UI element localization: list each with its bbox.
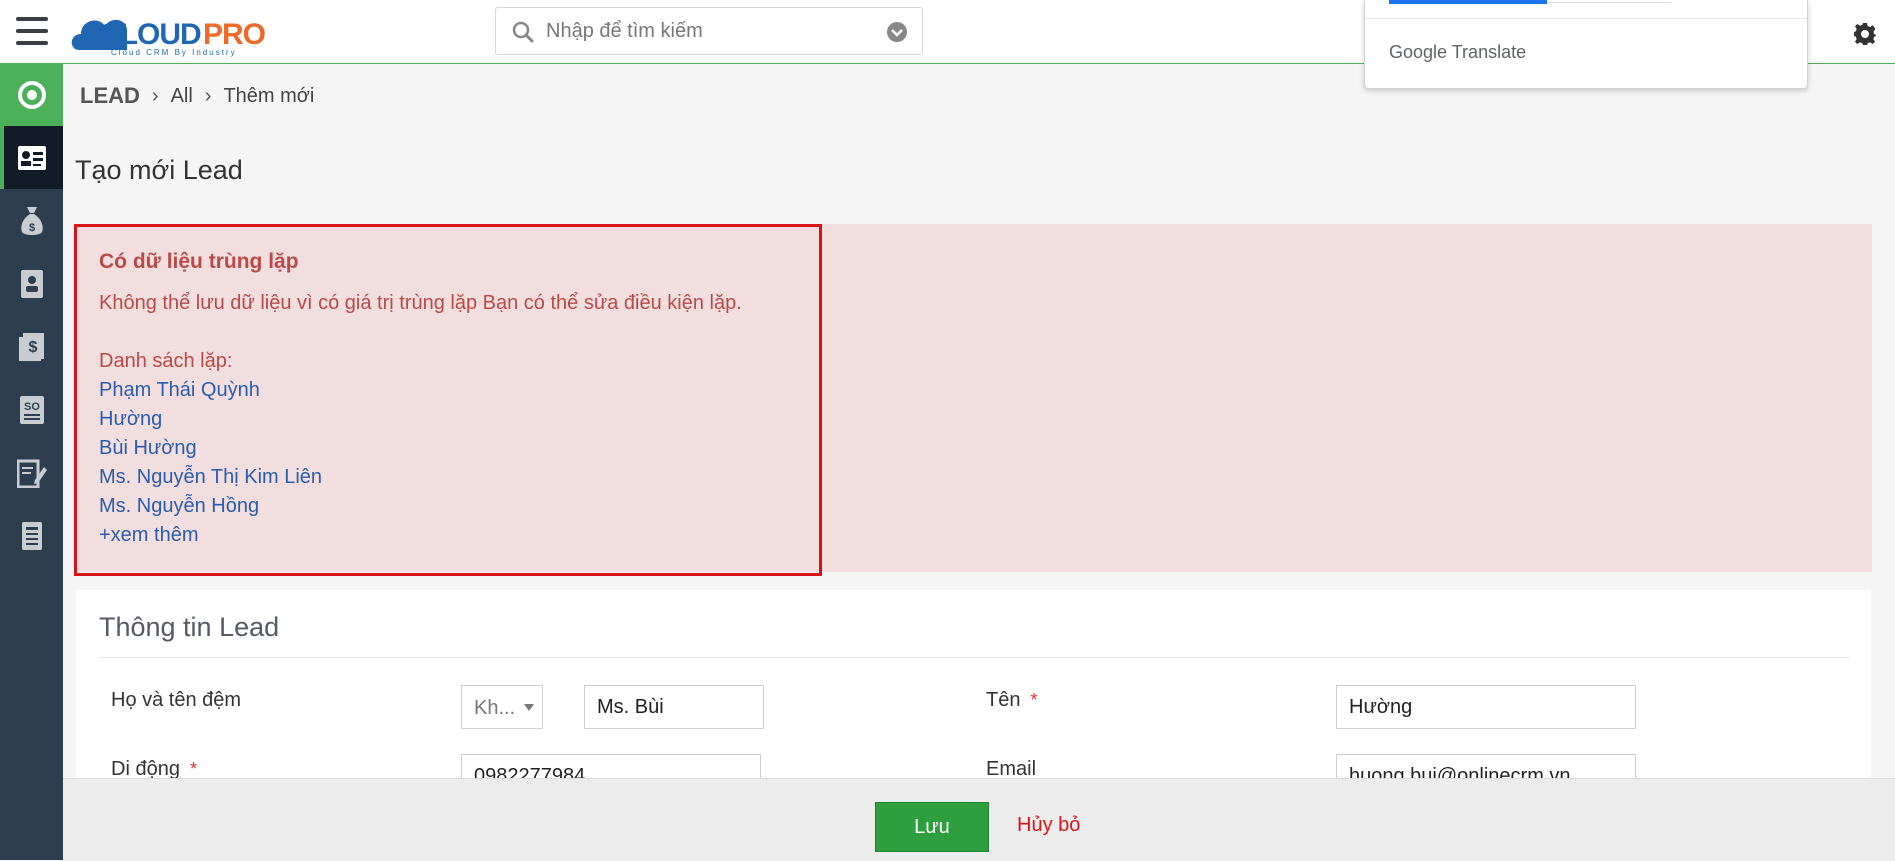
hamburger-menu-button[interactable] <box>0 0 63 63</box>
translate-tabs[interactable] <box>1389 0 1671 4</box>
money-bag-icon: $ <box>20 206 43 235</box>
caret-down-icon <box>524 704 534 711</box>
middle-name-input[interactable]: Ms. Bùi <box>584 685 764 729</box>
email-label-text: Email <box>986 758 1037 780</box>
svg-text:$: $ <box>28 339 37 356</box>
svg-text:CLOUD: CLOUD <box>99 18 201 51</box>
translate-tab-inactive[interactable] <box>1547 2 1671 3</box>
mobile-label-text: Di động <box>111 758 180 780</box>
sidebar-item-sales-orders[interactable]: SO <box>0 378 63 441</box>
sidebar-item-leads[interactable] <box>0 126 63 189</box>
duplicate-link[interactable]: Ms. Nguyễn Thị Kim Liên <box>99 466 322 489</box>
sidebar-item-dashboard[interactable] <box>0 63 63 126</box>
sidebar-item-opportunities[interactable]: $ <box>0 189 63 252</box>
required-mark: * <box>1030 690 1038 710</box>
required-mark: * <box>189 759 197 779</box>
svg-text:SO: SO <box>24 401 40 413</box>
sidebar: $ $ SO <box>0 0 63 860</box>
hamburger-icon-bar <box>16 41 48 45</box>
google-translate-popup: Google Translate <box>1364 0 1808 89</box>
dashboard-icon <box>17 80 46 109</box>
page-title: Tạo mới Lead <box>75 155 243 185</box>
first-name-input[interactable]: Hường <box>1336 685 1636 729</box>
section-divider <box>99 657 1849 658</box>
popup-divider <box>1365 18 1807 19</box>
sales-order-icon: SO <box>19 395 44 424</box>
lead-card-icon <box>17 145 46 170</box>
see-more-link[interactable]: +xem thêm <box>99 524 198 547</box>
app-logo[interactable]: CLOUD PRO Cloud CRM By Industry <box>69 6 309 58</box>
chevron-down-circle-icon[interactable] <box>886 21 908 43</box>
translate-tab-active[interactable] <box>1389 0 1547 4</box>
svg-text:$: $ <box>28 222 34 234</box>
alert-message: Không thể lưu dữ liệu vì có giá trị trùn… <box>99 292 742 314</box>
search-input[interactable]: Nhập để tìm kiếm <box>546 20 703 43</box>
save-button[interactable]: Lưu <box>875 802 989 852</box>
breadcrumb-view[interactable]: All <box>171 85 193 108</box>
svg-text:Cloud CRM By Industry: Cloud CRM By Industry <box>111 48 237 57</box>
global-search[interactable]: Nhập để tìm kiếm <box>495 7 923 55</box>
sidebar-item-contacts[interactable] <box>0 252 63 315</box>
gear-icon[interactable] <box>1853 22 1877 46</box>
duplicate-list-label: Danh sách lặp: <box>99 350 233 372</box>
google-translate-label[interactable]: Google Translate <box>1389 42 1526 63</box>
svg-text:PRO: PRO <box>203 18 266 51</box>
section-title: Thông tin Lead <box>99 612 280 642</box>
duplicate-link[interactable]: Bùi Hường <box>99 437 197 460</box>
middle-name-label: Họ và tên đệm <box>111 689 241 712</box>
breadcrumb: LEAD › All › Thêm mới <box>80 83 314 109</box>
sidebar-item-documents[interactable] <box>0 504 63 567</box>
first-name-label-text: Tên <box>986 689 1021 711</box>
google-brand: Google <box>1389 42 1448 62</box>
duplicate-link[interactable]: Ms. Nguyễn Hồng <box>99 495 259 518</box>
search-icon <box>512 21 534 43</box>
breadcrumb-module[interactable]: LEAD <box>80 83 140 109</box>
invoice-dollar-icon: $ <box>18 332 44 361</box>
alert-title: Có dữ liệu trùng lặp <box>99 250 299 273</box>
chevron-right-icon: › <box>151 84 159 107</box>
cloudpro-logo: CLOUD PRO Cloud CRM By Industry <box>71 18 267 57</box>
first-name-label: Tên * <box>986 689 1037 712</box>
translate-text: Translate <box>1451 42 1527 62</box>
salutation-select[interactable]: Kh... <box>461 685 543 729</box>
hamburger-icon-bar <box>16 29 48 33</box>
chevron-right-icon: › <box>204 84 212 107</box>
salutation-value: Kh... <box>474 697 516 719</box>
edit-note-icon <box>16 459 47 488</box>
duplicate-link[interactable]: Phạm Thái Quỳnh <box>99 379 260 402</box>
hamburger-icon <box>16 17 48 21</box>
document-icon <box>21 521 42 550</box>
breadcrumb-current: Thêm mới <box>223 84 315 107</box>
sidebar-item-invoices[interactable]: $ <box>0 315 63 378</box>
contact-book-icon <box>20 269 43 298</box>
duplicate-link[interactable]: Hường <box>99 408 162 431</box>
cancel-button[interactable]: Hủy bỏ <box>1017 814 1080 837</box>
sidebar-item-quotes[interactable] <box>0 441 63 504</box>
middle-name-label-text: Họ và tên đệm <box>111 689 242 711</box>
